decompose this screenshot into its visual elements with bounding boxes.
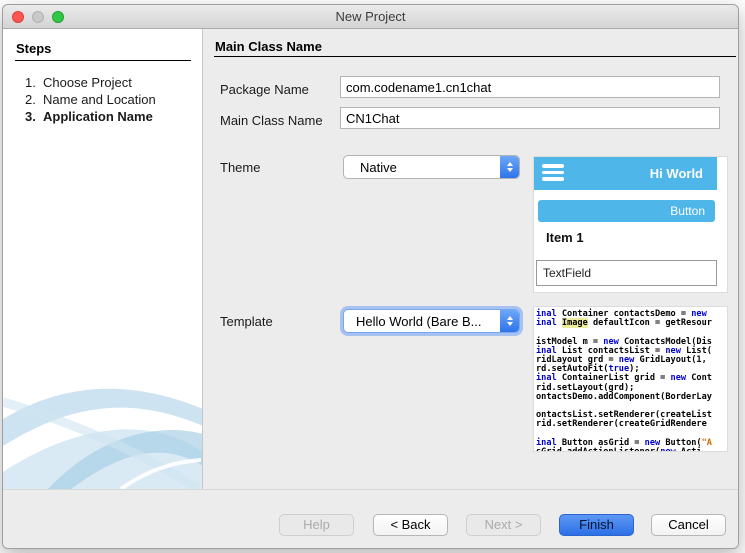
theme-label: Theme bbox=[220, 160, 261, 175]
dialog-content: Steps 1. Choose Project 2. Name and Locatio… bbox=[3, 29, 738, 489]
preview-titlebar: Hi World bbox=[534, 157, 717, 190]
cancel-button[interactable]: Cancel bbox=[651, 514, 726, 536]
chevron-up-down-icon bbox=[500, 156, 519, 178]
help-button[interactable]: Help bbox=[279, 514, 354, 536]
template-select[interactable]: Hello World (Bare B... bbox=[343, 309, 520, 333]
theme-select[interactable]: Native bbox=[343, 155, 520, 179]
steps-heading: Steps bbox=[16, 41, 52, 56]
steps-divider bbox=[15, 60, 191, 61]
page-title: Main Class Name bbox=[215, 39, 322, 54]
chevron-up-down-icon bbox=[500, 310, 519, 332]
main-panel: Main Class Name Package Name Main Class … bbox=[203, 29, 738, 489]
theme-select-value: Native bbox=[360, 159, 397, 175]
traffic-lights bbox=[12, 11, 64, 23]
footer-bar: Help < Back Next > Finish Cancel bbox=[3, 489, 738, 548]
next-button[interactable]: Next > bbox=[466, 514, 541, 536]
step-item: 3. Application Name bbox=[25, 109, 153, 124]
window-title: New Project bbox=[335, 9, 406, 24]
main-class-name-label: Main Class Name bbox=[220, 113, 323, 128]
steps-sidebar: Steps 1. Choose Project 2. Name and Locatio… bbox=[3, 29, 203, 489]
preview-title: Hi World bbox=[649, 166, 703, 181]
step-item: 1. Choose Project bbox=[25, 75, 132, 90]
template-select-value: Hello World (Bare B... bbox=[356, 313, 482, 329]
hamburger-menu-icon bbox=[542, 164, 564, 184]
code-line: inal Image defaultIcon = getResour bbox=[536, 318, 712, 329]
watermark-swoosh-graphic bbox=[3, 388, 202, 489]
new-project-dialog: New Project Steps 1. Choose Project 2. Name… bbox=[2, 4, 739, 549]
page-title-divider bbox=[214, 56, 736, 57]
code-line: rid.setRenderer(createGridRendere bbox=[536, 419, 707, 430]
preview-button: Button bbox=[538, 200, 715, 222]
template-label: Template bbox=[220, 314, 273, 329]
step-item: 2. Name and Location bbox=[25, 92, 156, 107]
back-button[interactable]: < Back bbox=[373, 514, 448, 536]
preview-list-item: Item 1 bbox=[546, 230, 584, 245]
titlebar[interactable]: New Project bbox=[3, 5, 738, 29]
theme-preview-panel: Hi World Button Item 1 TextField bbox=[533, 156, 728, 293]
finish-button[interactable]: Finish bbox=[559, 514, 634, 536]
close-icon[interactable] bbox=[12, 11, 24, 23]
code-line: ontactsDemo.addComponent(BorderLay bbox=[536, 391, 712, 402]
code-line: sGrid.addActionListener(new Acti bbox=[536, 447, 727, 451]
package-name-label: Package Name bbox=[220, 82, 309, 97]
minimize-icon[interactable] bbox=[32, 11, 44, 23]
package-name-input[interactable] bbox=[340, 76, 720, 98]
preview-textfield: TextField bbox=[536, 260, 717, 286]
main-class-name-input[interactable] bbox=[340, 107, 720, 129]
steps-list: 1. Choose Project 2. Name and Location 3. App… bbox=[3, 75, 202, 125]
zoom-icon[interactable] bbox=[52, 11, 64, 23]
template-code-preview: inal Container contactsDemo = new inal Im… bbox=[533, 306, 728, 452]
